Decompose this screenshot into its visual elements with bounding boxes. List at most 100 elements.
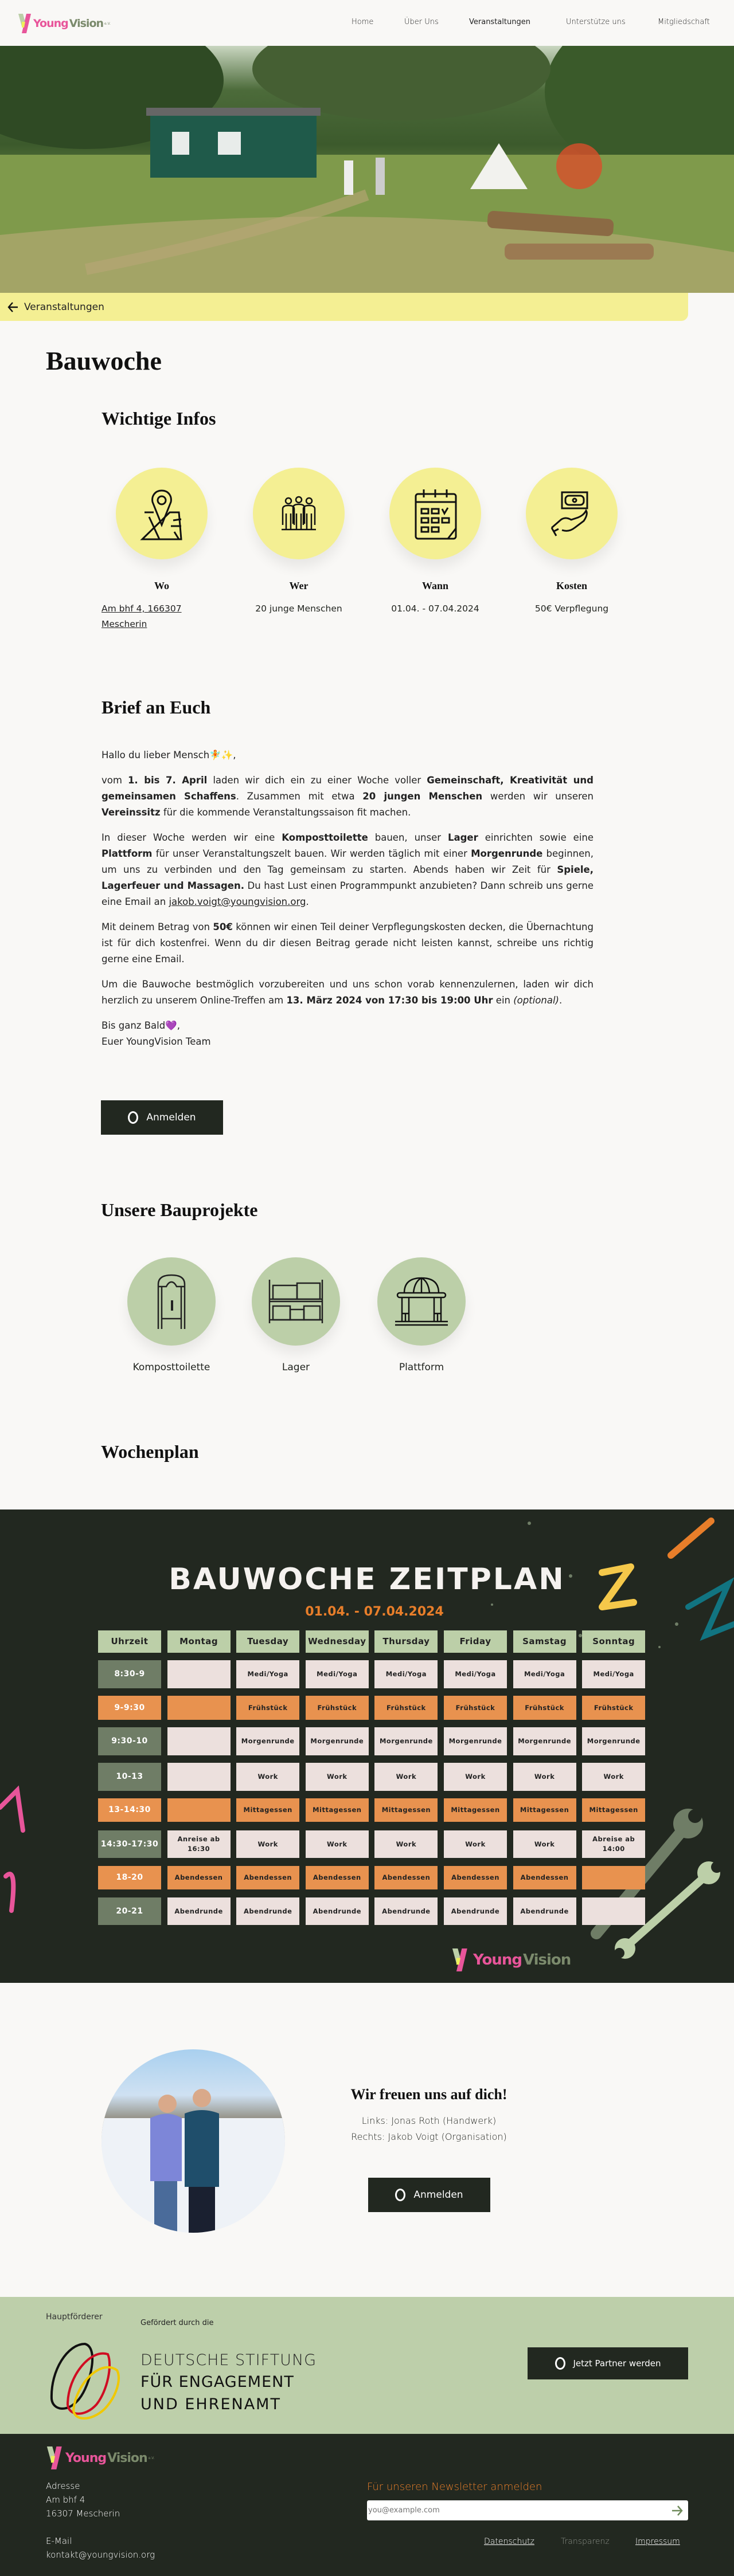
pink-zigzag-icon [0,1785,25,1913]
team-photo [101,2049,285,2233]
info-value-wann: 01.04. - 07.04.2024 [391,603,479,614]
weekplan-cell: Medi/Yoga [236,1660,300,1688]
weekplan-cell: Abendessen [167,1866,231,1889]
footer-link-datenschutz[interactable]: Datenschutz [484,2537,534,2546]
calendar-icon [415,489,457,540]
team-line-left: Links: Jonas Roth (Handwerk) [361,2115,497,2126]
info-wo [116,468,208,559]
logo-text-vision: Vision [107,2450,148,2465]
weekplan-cell: Work [582,1763,646,1791]
nav-home[interactable]: Home [352,18,373,26]
letter-paragraph: Mit deinem Betrag von 50€ können wir ein… [101,919,594,967]
project-komposttoilette [127,1257,216,1346]
weekplan-cell: Mittagessen [444,1798,507,1822]
letter-text: Lager [447,832,478,843]
weekplan-cell: Abendessen [305,1866,369,1889]
become-partner-button[interactable]: Jetzt Partner werden [528,2347,688,2379]
weekplan-time-cell: 13-14:30 [98,1798,161,1822]
info-label-wann: Wann [421,580,449,591]
weekplan-time-cell: 10-13 [98,1763,161,1791]
address-label: Adresse [46,2481,80,2491]
weekplan-cell: Work [236,1830,300,1858]
logo-text-young: Young [33,17,69,30]
letter-text: bauen, unser [368,832,448,843]
letter-text: einrichten sowie eine [478,832,594,843]
weekplan-cell: Morgenrunde [513,1727,576,1755]
letter-text: vom [101,775,128,786]
letter-paragraph: In dieser Woche werden wir eine Kompostt… [101,830,594,910]
letter-text: Bis ganz Bald💜, [101,1020,180,1031]
logo-text-vision: Vision [69,17,104,30]
contact-email-link[interactable]: kontakt@youngvision.org [46,2550,155,2560]
register-button[interactable]: Anmelden [101,1100,223,1135]
projects-heading: Unsere Bauprojekte [101,1199,258,1220]
funder-small-text: Gefördert durch die [140,2319,214,2327]
weekplan-column-header: Samstag [513,1630,576,1653]
nav-veranstaltungen[interactable]: Veranstaltungen [469,18,530,26]
arrow-right-icon[interactable] [671,2504,684,2517]
logo-suffix: e.V. [148,2456,155,2460]
weekplan-time-cell: 20-21 [98,1897,161,1925]
letter-text: laden wir dich ein zu einer Woche voller [207,775,427,786]
info-label-wer: Wer [289,580,309,591]
logo[interactable]: Young Vision e.V. [18,14,111,33]
footer-link-impressum[interactable]: Impressum [635,2537,680,2546]
weekplan-cell: Work [444,1763,507,1791]
footer-link-transparenz[interactable]: Transparenz [561,2537,610,2546]
weekplan-cell: Work [374,1763,438,1791]
weekplan-cell: Medi/Yoga [582,1660,646,1688]
logo-text-young: Young [473,1951,522,1969]
partner-section: Hauptförderer Gefördert durch die DEUTSC… [0,2297,734,2434]
weekplan-column-header: Tuesday [236,1630,300,1653]
nav-mitgliedschaft[interactable]: Mitgliedschaft [658,18,710,26]
arrow-left-icon [7,301,18,312]
footer-logo[interactable]: Young Vision e.V. [46,2446,155,2469]
pavilion-icon [395,1277,448,1326]
letter-paragraph: Hallo du lieber Mensch🧚✨, [101,747,594,763]
logo-mark-icon [46,2446,62,2469]
newsletter-email-input[interactable] [367,2500,659,2520]
weekplan-logo: Young Vision [449,1948,571,1971]
weekplan-cell: Anreise ab 16:30 [167,1830,231,1858]
weekplan-cell: Abendessen [374,1866,438,1889]
weekplan-cell: Mittagessen [582,1798,646,1822]
weekplan-cell: Abendrunde [167,1897,231,1925]
nav-unterstuetze-uns[interactable]: Unterstütze uns [566,18,626,26]
weekplan-cell: Work [374,1830,438,1858]
register-button-bottom[interactable]: Anmelden [368,2178,490,2212]
back-link[interactable]: Veranstaltungen [0,293,688,321]
funder-line-3: UND EHRENAMT [140,2395,281,2413]
weekplan-cell: Morgenrunde [236,1727,300,1755]
weekplan-cell: Mittagessen [305,1798,369,1822]
letter-text: Vereinssitz [101,807,161,818]
weekplan-column-header: Friday [444,1630,507,1653]
letter-text: . [559,995,563,1006]
nav-ueber-uns[interactable]: Über Uns [404,18,439,26]
weekplan-cell [167,1798,231,1822]
email-link[interactable]: jakob.voigt@youngvision.org [169,896,306,907]
location-link[interactable]: Am bhf 4, 166307 Mescherin [101,601,205,632]
dsee-rings-logo [50,2342,120,2420]
become-partner-label: Jetzt Partner werden [573,2358,661,2369]
weekplan-cell: Abendessen [513,1866,576,1889]
project-label-komposttoilette: Komposttoilette [132,1362,210,1373]
weekplan-cell: Frühstück [236,1696,300,1720]
letter-text: Mit deinem Betrag von [101,922,213,932]
orange-stroke-icon [667,1518,715,1559]
letter-text: 50€ [213,922,233,932]
weekplan-cell: Morgenrunde [374,1727,438,1755]
weekplan-cell: Frühstück [582,1696,646,1720]
ring-icon [395,2189,406,2201]
project-label-plattform: Plattform [399,1362,444,1373]
weekplan-cell: Abendessen [236,1866,300,1889]
weekplan-column-header: Thursday [374,1630,438,1653]
project-label-lager: Lager [282,1362,310,1373]
letter-text: Komposttoilette [282,832,368,843]
weekplan-cell: Work [305,1763,369,1791]
weekplan-cell: Mittagessen [374,1798,438,1822]
weekplan-cell: Medi/Yoga [444,1660,507,1688]
weekplan-cell: Mittagessen [236,1798,300,1822]
info-kosten [526,468,618,559]
weekplan-cell: Mittagessen [513,1798,576,1822]
weekplan-heading: Wochenplan [101,1441,199,1462]
